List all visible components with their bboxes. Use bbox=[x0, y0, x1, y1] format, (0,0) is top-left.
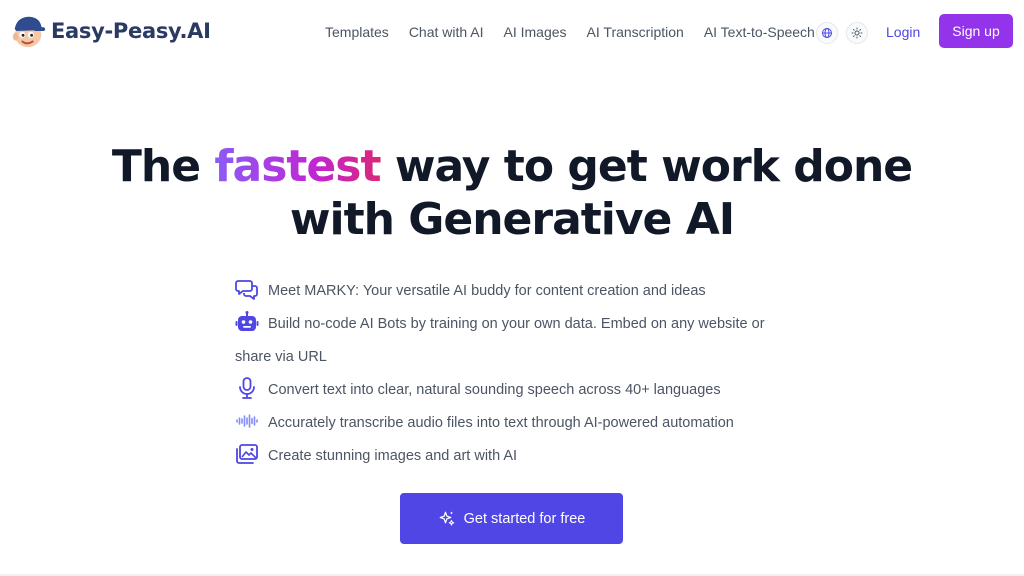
hero-title-prefix: The bbox=[111, 141, 215, 192]
sound-wave-icon bbox=[236, 414, 258, 428]
chat-bubbles-icon bbox=[235, 280, 258, 301]
mascot-logo-icon bbox=[12, 16, 46, 48]
nav-chat-with-ai[interactable]: Chat with AI bbox=[409, 24, 484, 40]
feature-text: Meet MARKY: Your versatile AI buddy for … bbox=[268, 283, 706, 299]
feature-text: Build no-code AI Bots by training on you… bbox=[235, 316, 765, 365]
brand-logo-link[interactable]: Easy-Peasy.AI bbox=[9, 12, 211, 50]
top-navbar: Easy-Peasy.AI Templates Chat with AI AI … bbox=[0, 0, 1024, 64]
get-started-label: Get started for free bbox=[463, 510, 586, 527]
signup-button[interactable]: Sign up bbox=[939, 14, 1013, 48]
feature-item: Create stunning images and art with AI bbox=[235, 440, 795, 473]
nav-ai-text-to-speech[interactable]: AI Text-to-Speech bbox=[704, 24, 815, 40]
nav-templates[interactable]: Templates bbox=[325, 24, 389, 40]
hero-title-highlight: fastest bbox=[214, 141, 381, 192]
microphone-icon bbox=[239, 377, 255, 400]
feature-text: Convert text into clear, natural soundin… bbox=[268, 382, 721, 398]
images-icon bbox=[236, 444, 258, 465]
hero-title-line1-rest: way to get work done bbox=[380, 141, 913, 192]
feature-list: Meet MARKY: Your versatile AI buddy for … bbox=[235, 275, 795, 473]
feature-item: Build no-code AI Bots by training on you… bbox=[235, 308, 795, 374]
language-button[interactable] bbox=[816, 22, 838, 44]
brand-name: Easy-Peasy.AI bbox=[51, 19, 211, 43]
robot-icon bbox=[235, 311, 259, 332]
feature-text: Create stunning images and art with AI bbox=[268, 448, 518, 464]
hero-title: The fastest way to get work done with Ge… bbox=[0, 140, 1024, 246]
globe-icon bbox=[822, 28, 832, 38]
feature-item: Meet MARKY: Your versatile AI buddy for … bbox=[235, 275, 795, 308]
nav-ai-transcription[interactable]: AI Transcription bbox=[587, 24, 684, 40]
nav-ai-images[interactable]: AI Images bbox=[504, 24, 567, 40]
hero-title-line2: with Generative AI bbox=[289, 194, 735, 245]
feature-text: Accurately transcribe audio files into t… bbox=[268, 415, 734, 431]
feature-item: Convert text into clear, natural soundin… bbox=[235, 374, 795, 407]
theme-toggle-button[interactable] bbox=[846, 22, 868, 44]
sparkles-icon bbox=[439, 511, 454, 526]
feature-item: Accurately transcribe audio files into t… bbox=[235, 407, 795, 440]
get-started-button[interactable]: Get started for free bbox=[400, 493, 623, 544]
sun-icon bbox=[851, 27, 863, 39]
login-link[interactable]: Login bbox=[886, 24, 920, 40]
main-nav: Templates Chat with AI AI Images AI Tran… bbox=[325, 22, 835, 42]
